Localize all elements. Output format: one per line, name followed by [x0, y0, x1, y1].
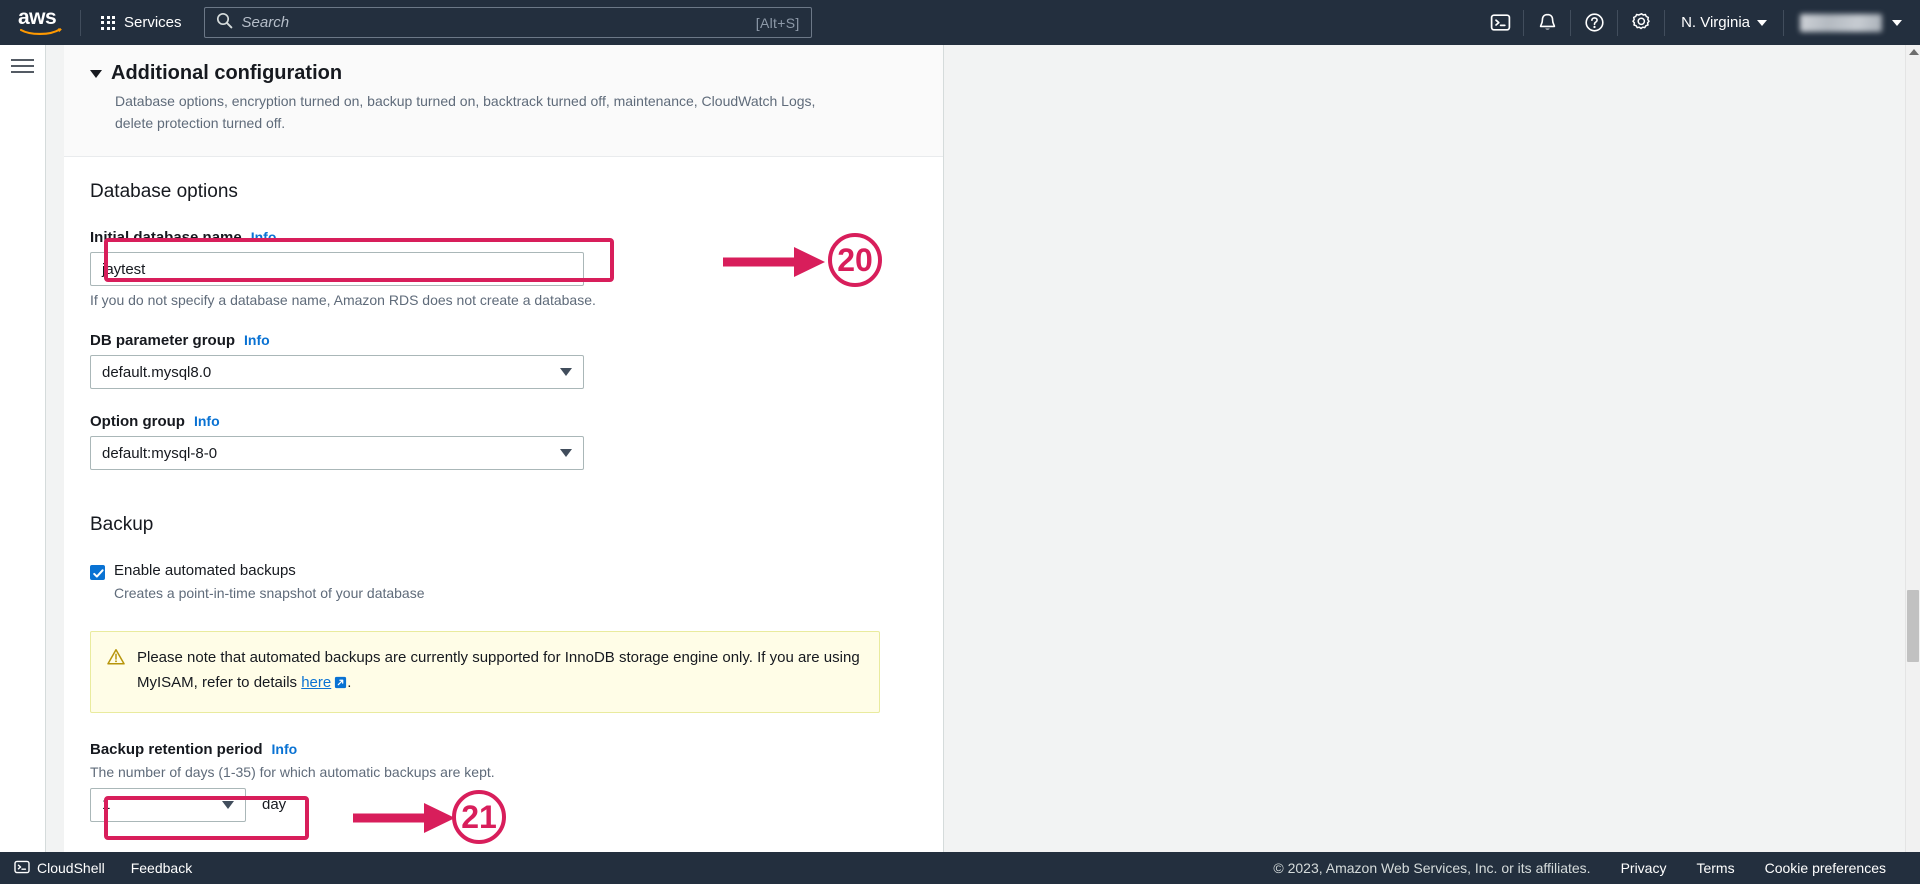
waffle-grid-icon	[101, 15, 115, 30]
nav-right-group: N. Virginia	[1477, 0, 1920, 45]
backup-retention-period-field: Backup retention period Info The number …	[90, 741, 917, 822]
warning-text-after-link: .	[347, 673, 352, 691]
footer-left-group: CloudShell Feedback	[14, 859, 192, 878]
option-group-field: Option group Info default:mysql-8-0	[90, 413, 917, 471]
field-label-row: DB parameter group Info	[90, 332, 917, 349]
option-group-value: default:mysql-8-0	[102, 444, 218, 462]
scrollbar-thumb[interactable]	[1907, 590, 1919, 662]
backup-retention-period-label: Backup retention period	[90, 740, 263, 758]
warning-text-before-link: Please note that automated backups are c…	[137, 649, 860, 691]
footer-right-group: © 2023, Amazon Web Services, Inc. or its…	[1273, 860, 1886, 876]
account-menu[interactable]	[1784, 0, 1920, 45]
feedback-link[interactable]: Feedback	[131, 860, 192, 876]
field-label-row: Initial database name Info	[90, 229, 917, 246]
chevron-down-icon	[560, 449, 572, 458]
initial-database-name-label: Initial database name	[90, 229, 242, 247]
search-shortcut-hint: [Alt+S]	[755, 14, 800, 31]
backup-heading: Backup	[90, 514, 154, 536]
page-title: Additional configuration	[111, 62, 343, 84]
gear-icon[interactable]	[1618, 0, 1664, 45]
cookie-preferences-link[interactable]: Cookie preferences	[1765, 860, 1886, 876]
innodb-warning-text: Please note that automated backups are c…	[137, 646, 863, 697]
checkmark-icon	[93, 569, 104, 578]
enable-automated-backups-description: Creates a point-in-time snapshot of your…	[114, 585, 425, 602]
backup-retention-period-select[interactable]: 1	[90, 787, 246, 822]
field-label-row: Backup retention period Info	[90, 741, 917, 758]
backup-retention-period-hint: The number of days (1-35) for which auto…	[90, 763, 495, 780]
account-name-redacted	[1800, 13, 1882, 32]
initial-database-name-hint: If you do not specify a database name, A…	[90, 292, 596, 309]
enable-automated-backups-row[interactable]: Enable automated backups Creates a point…	[90, 562, 917, 601]
info-link[interactable]: Info	[272, 741, 298, 757]
option-group-select[interactable]: default:mysql-8-0	[90, 436, 584, 471]
database-options-heading: Database options	[90, 181, 238, 203]
additional-configuration-toggle[interactable]: Additional configuration	[90, 62, 917, 85]
services-menu-label: Services	[124, 14, 182, 31]
db-parameter-group-value: default.mysql8.0	[102, 363, 212, 381]
cloudshell-icon[interactable]	[1477, 0, 1523, 45]
aws-logo-wordmark: aws	[18, 5, 57, 29]
search-icon	[216, 12, 233, 34]
region-selector[interactable]: N. Virginia	[1665, 0, 1783, 45]
privacy-link[interactable]: Privacy	[1621, 860, 1667, 876]
page-body: Additional configuration Database option…	[46, 45, 1920, 864]
services-menu-button[interactable]: Services	[93, 9, 190, 36]
section-description: Database options, encryption turned on, …	[115, 93, 816, 131]
info-link[interactable]: Info	[244, 332, 270, 348]
global-search-input[interactable]: Search	[242, 14, 756, 31]
initial-database-name-field: Initial database name Info jaytest If yo…	[90, 229, 917, 308]
sidebar-toggle-icon[interactable]	[11, 59, 34, 73]
help-icon[interactable]	[1571, 0, 1617, 45]
initial-database-name-input[interactable]: jaytest	[90, 252, 584, 287]
enable-automated-backups-text: Enable automated backups Creates a point…	[114, 562, 425, 601]
page-scrollbar[interactable]	[1905, 45, 1920, 864]
cloudshell-icon	[14, 859, 30, 878]
chevron-down-icon	[1892, 19, 1902, 26]
bell-icon[interactable]	[1524, 0, 1570, 45]
left-sidebar-rail	[0, 45, 46, 864]
aws-logo[interactable]: aws	[18, 5, 68, 38]
enable-automated-backups-label: Enable automated backups	[114, 562, 296, 580]
aws-logo-swoosh	[20, 27, 62, 35]
chevron-down-icon	[90, 69, 102, 78]
cloudshell-label: CloudShell	[37, 860, 105, 876]
section-body: Database options Initial database name I…	[64, 157, 943, 856]
scroll-up-icon[interactable]	[1909, 49, 1919, 55]
section-header: Additional configuration Database option…	[64, 45, 943, 158]
external-link-icon	[334, 673, 347, 697]
innodb-warning-alert: Please note that automated backups are c…	[90, 631, 880, 713]
page-footer: CloudShell Feedback © 2023, Amazon Web S…	[0, 852, 1920, 884]
db-parameter-group-select[interactable]: default.mysql8.0	[90, 355, 584, 390]
retention-unit-label: day	[262, 796, 287, 814]
copyright-text: © 2023, Amazon Web Services, Inc. or its…	[1273, 860, 1591, 876]
additional-configuration-panel: Additional configuration Database option…	[64, 45, 944, 864]
db-parameter-group-field: DB parameter group Info default.mysql8.0	[90, 332, 917, 390]
field-label-row: Option group Info	[90, 413, 917, 430]
warning-triangle-icon	[107, 648, 125, 697]
top-navigation-bar: aws Services Search [Alt+S] N. Virginia	[0, 0, 1920, 45]
info-link[interactable]: Info	[194, 413, 220, 429]
cloudshell-button[interactable]: CloudShell	[14, 859, 105, 878]
option-group-label: Option group	[90, 413, 185, 431]
nav-separator	[80, 9, 81, 36]
here-link[interactable]: here	[301, 674, 331, 691]
backup-retention-period-value: 1	[102, 796, 111, 814]
terms-link[interactable]: Terms	[1696, 860, 1734, 876]
chevron-down-icon	[222, 800, 234, 809]
global-search-bar[interactable]: Search [Alt+S]	[203, 7, 812, 38]
info-link[interactable]: Info	[251, 229, 277, 245]
chevron-down-icon	[560, 368, 572, 377]
backup-retention-period-row: 1 day	[90, 787, 917, 822]
region-selector-label: N. Virginia	[1681, 14, 1750, 31]
db-parameter-group-label: DB parameter group	[90, 332, 236, 350]
enable-automated-backups-checkbox[interactable]	[90, 565, 105, 581]
chevron-down-icon	[1757, 19, 1767, 26]
